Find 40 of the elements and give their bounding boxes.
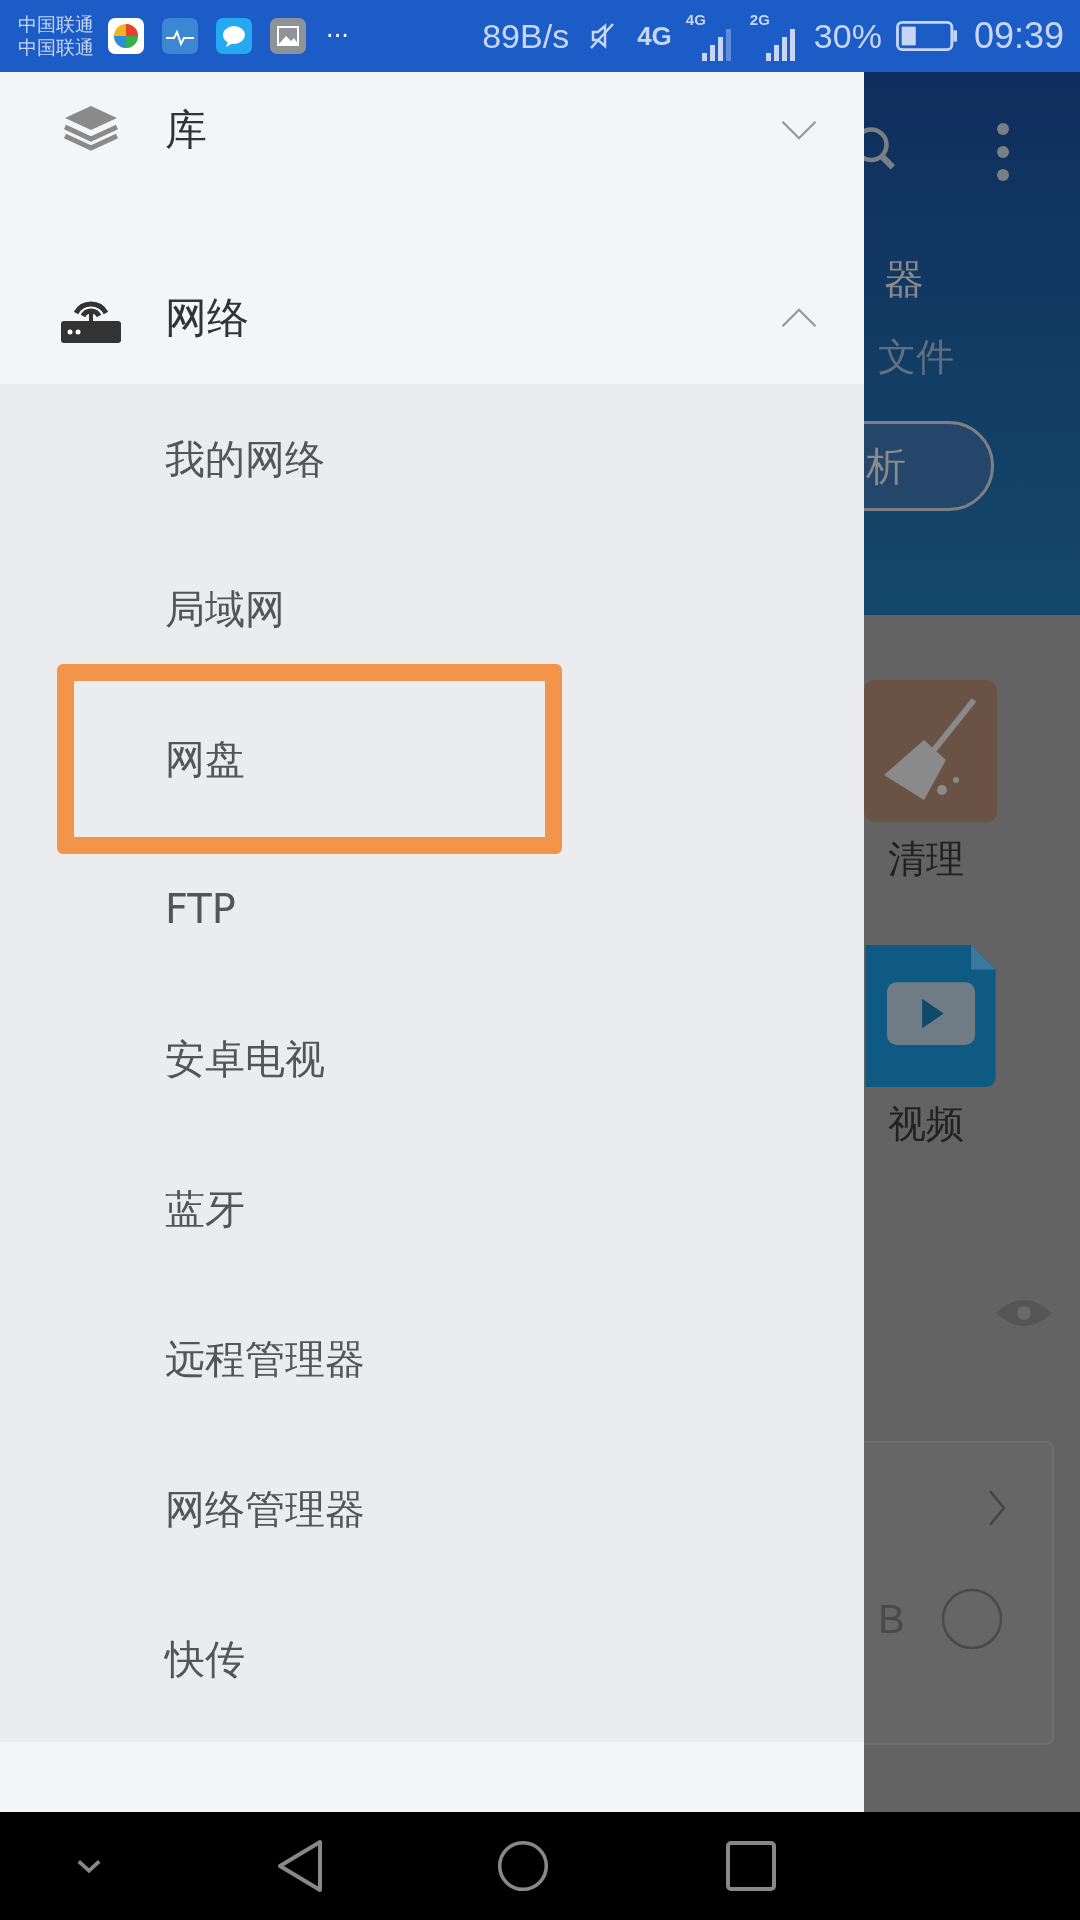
- drawer-item[interactable]: 快传: [0, 1584, 864, 1734]
- carrier-name: 中国联通: [18, 36, 94, 59]
- chevron-down-icon: [780, 119, 818, 141]
- video-tile-icon[interactable]: [864, 945, 997, 1087]
- battery-percent: 30%: [813, 16, 882, 56]
- signal-label: 2G: [749, 11, 770, 28]
- home-icon[interactable]: [497, 1838, 549, 1894]
- chat-app-icon: [216, 18, 252, 54]
- carrier-name: 中国联通: [18, 13, 94, 36]
- drawer-section-header[interactable]: 网络: [0, 252, 864, 384]
- battery-icon: [895, 21, 958, 51]
- drawer-item[interactable]: 远程管理器: [0, 1284, 864, 1434]
- signal-icon: [765, 27, 796, 61]
- drawer-section-label: 库: [165, 104, 208, 156]
- drawer-item[interactable]: 蓝牙: [0, 1134, 864, 1284]
- chevron-up-icon: [780, 307, 818, 329]
- more-options-icon[interactable]: [996, 122, 1010, 182]
- network-speed: 89B/s: [482, 16, 570, 56]
- chevron-right-icon[interactable]: [987, 1488, 1007, 1528]
- drawer-item[interactable]: 安卓电视: [0, 984, 864, 1134]
- app-subtitle: 文件: [877, 334, 955, 381]
- gallery-app-icon: [270, 18, 306, 54]
- clock: 09:39: [973, 15, 1064, 57]
- drawer-item[interactable]: 网盘: [57, 664, 562, 854]
- shortcut-label: 视频: [887, 1101, 964, 1148]
- network-type: 4G: [637, 20, 672, 52]
- more-notifications: ···: [326, 22, 349, 50]
- pinwheel-app-icon: [108, 18, 144, 54]
- shortcut-label: 清理: [887, 836, 964, 883]
- radio-circle-icon[interactable]: [940, 1588, 1003, 1650]
- drawer-item[interactable]: 我的网络: [0, 384, 864, 534]
- broom-tile-icon[interactable]: [864, 680, 997, 822]
- heart-pulse-app-icon: [162, 18, 198, 54]
- recent-apps-icon[interactable]: [725, 1838, 777, 1894]
- signal-icon: [701, 27, 732, 61]
- drawer-section-header[interactable]: 库: [0, 72, 864, 188]
- signal-label: 4G: [685, 11, 706, 28]
- drawer-section-label: 网络: [165, 292, 250, 344]
- app-title: 器: [883, 255, 925, 304]
- drawer-item[interactable]: 网络管理器: [0, 1434, 864, 1584]
